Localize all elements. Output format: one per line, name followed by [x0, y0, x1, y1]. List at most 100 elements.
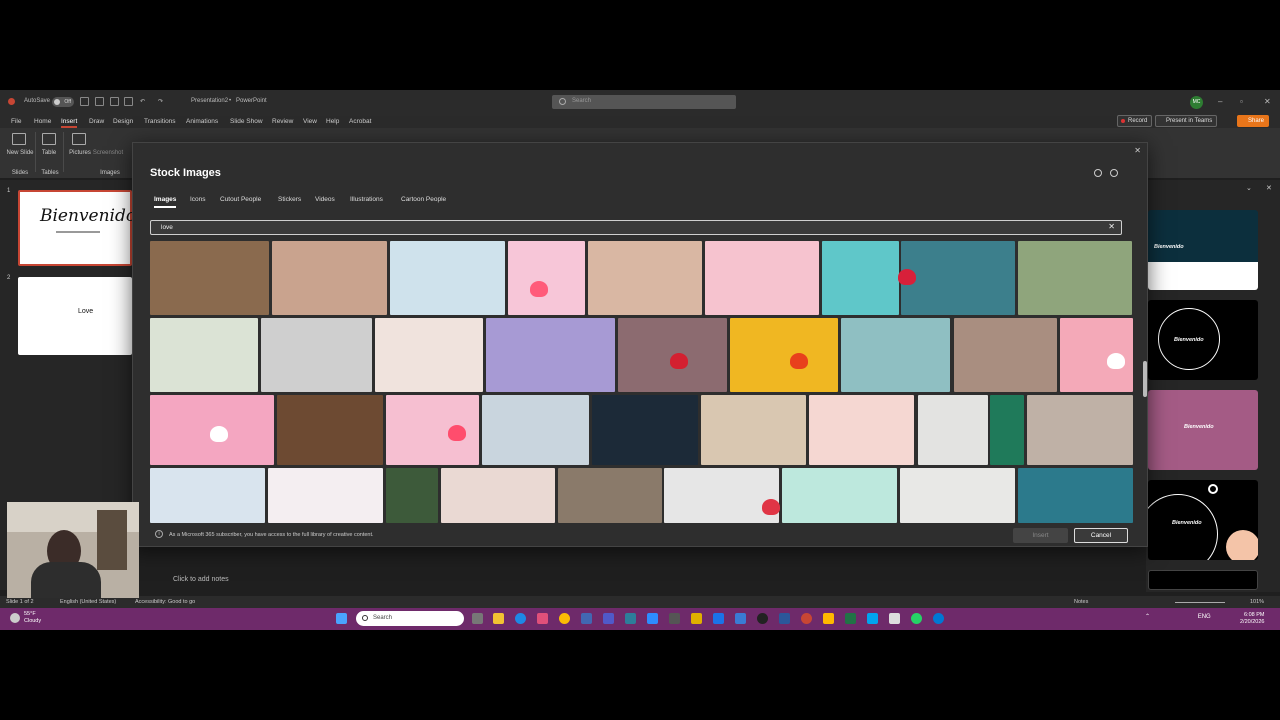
design-idea-2[interactable]: Bienvenido: [1148, 300, 1258, 380]
language-status[interactable]: English (United States): [60, 599, 116, 605]
stock-image-tile[interactable]: [150, 241, 269, 315]
stock-image-tile[interactable]: [900, 468, 1015, 523]
new-slide-button[interactable]: New Slide: [6, 150, 34, 156]
menu-insert[interactable]: Insert: [61, 118, 78, 128]
clock[interactable]: 6:08 PM 2/20/2026: [1240, 612, 1264, 626]
menu-design[interactable]: Design: [113, 118, 133, 125]
tab-illustrations[interactable]: Illustrations: [350, 196, 383, 203]
app-icon[interactable]: [823, 613, 834, 624]
design-idea-3[interactable]: Bienvenido: [1148, 390, 1258, 470]
share-button[interactable]: Share: [1237, 115, 1270, 127]
tab-cartoon-people[interactable]: Cartoon People: [401, 196, 446, 203]
stock-image-tile[interactable]: [782, 468, 897, 523]
stock-image-tile[interactable]: [482, 395, 589, 465]
stock-image-tile[interactable]: [1018, 241, 1132, 315]
copilot-icon[interactable]: [537, 613, 548, 624]
history-icon[interactable]: [95, 97, 104, 106]
menu-acrobat[interactable]: Acrobat: [349, 118, 371, 125]
star-icon[interactable]: [691, 613, 702, 624]
stock-image-tile[interactable]: [990, 395, 1024, 465]
stock-image-tile[interactable]: [841, 318, 950, 392]
maximize-icon[interactable]: ▫: [1240, 97, 1243, 106]
stock-image-tile[interactable]: [701, 395, 806, 465]
cancel-button[interactable]: Cancel: [1074, 528, 1128, 543]
results-scrollbar[interactable]: [1142, 241, 1148, 523]
record-button[interactable]: Record: [1117, 115, 1153, 127]
save-icon[interactable]: [80, 97, 89, 106]
menu-file[interactable]: File: [11, 118, 21, 125]
stock-image-tile[interactable]: [441, 468, 555, 523]
menu-help[interactable]: Help: [326, 118, 339, 125]
clear-search-icon[interactable]: ✕: [1108, 222, 1115, 231]
close-icon[interactable]: ✕: [1264, 97, 1271, 106]
stock-search-input[interactable]: love ✕: [150, 220, 1122, 235]
menu-slide-show[interactable]: Slide Show: [230, 118, 263, 125]
stock-image-tile[interactable]: [272, 241, 387, 315]
autosave-toggle[interactable]: Off: [52, 97, 74, 107]
stock-image-tile[interactable]: [558, 468, 662, 523]
menu-transitions[interactable]: Transitions: [144, 118, 176, 125]
system-tray[interactable]: ⌃ ENG: [1145, 613, 1211, 620]
avatar[interactable]: MC: [1190, 96, 1203, 109]
app-icon[interactable]: [889, 613, 900, 624]
word-icon[interactable]: [779, 613, 790, 624]
stock-image-tile[interactable]: [664, 468, 779, 523]
table-button[interactable]: Table: [38, 150, 60, 156]
stock-image-tile[interactable]: [954, 318, 1057, 392]
accessibility-status[interactable]: Accessibility: Good to go: [135, 599, 195, 605]
chevron-up-icon[interactable]: ⌃: [1145, 614, 1150, 620]
stock-image-tile[interactable]: [705, 241, 819, 315]
design-idea-1[interactable]: Bienvenido: [1148, 210, 1258, 290]
excel-icon[interactable]: [845, 613, 856, 624]
stock-image-tile[interactable]: [150, 468, 265, 523]
app-icon[interactable]: [581, 613, 592, 624]
tab-stickers[interactable]: Stickers: [278, 196, 301, 203]
tab-cutout-people[interactable]: Cutout People: [220, 196, 261, 203]
screenshot-button[interactable]: Screenshot: [92, 150, 124, 156]
stock-image-tile[interactable]: [822, 241, 899, 315]
design-idea-5[interactable]: [1148, 570, 1258, 590]
pictures-button[interactable]: Pictures: [66, 150, 94, 156]
teams-icon[interactable]: [603, 613, 614, 624]
smile-feedback-icon[interactable]: [1094, 169, 1102, 177]
language-indicator[interactable]: ENG: [1198, 614, 1211, 620]
zoom-level[interactable]: 101%: [1250, 599, 1264, 605]
menu-view[interactable]: View: [303, 118, 317, 125]
menu-review[interactable]: Review: [272, 118, 293, 125]
pen-icon[interactable]: [669, 613, 680, 624]
stock-image-tile[interactable]: [486, 318, 615, 392]
chrome-icon[interactable]: [559, 613, 570, 624]
task-view-icon[interactable]: [472, 613, 483, 624]
stock-image-tile[interactable]: [150, 318, 258, 392]
close-icon[interactable]: ✕: [1134, 146, 1141, 155]
design-idea-4[interactable]: Bienvenido: [1148, 480, 1258, 560]
notes-area[interactable]: Click to add notes: [168, 572, 1108, 586]
stock-image-tile[interactable]: [1018, 468, 1133, 523]
slide-thumbnail-2[interactable]: Love: [18, 277, 132, 355]
stock-image-tile[interactable]: [809, 395, 914, 465]
stock-image-tile[interactable]: [375, 318, 483, 392]
slide-thumbnail-1[interactable]: Bienvenido: [18, 190, 136, 266]
scrollbar-thumb[interactable]: [1143, 361, 1147, 397]
app-icon[interactable]: [933, 613, 944, 624]
whatsapp-icon[interactable]: [911, 613, 922, 624]
tab-images[interactable]: Images: [154, 196, 177, 208]
taskbar-search[interactable]: Search: [356, 611, 464, 626]
stock-image-tile[interactable]: [261, 318, 372, 392]
tab-icons[interactable]: Icons: [190, 196, 206, 203]
stock-image-tile[interactable]: [588, 241, 702, 315]
windows-start-icon[interactable]: [336, 613, 347, 624]
stock-image-tile[interactable]: [268, 468, 383, 523]
github-icon[interactable]: [757, 613, 768, 624]
menu-home[interactable]: Home: [34, 118, 51, 125]
frown-feedback-icon[interactable]: [1110, 169, 1118, 177]
app-icon[interactable]: [867, 613, 878, 624]
minimize-icon[interactable]: –: [1218, 97, 1222, 106]
present-in-teams-button[interactable]: Present in Teams: [1155, 115, 1218, 127]
menu-animations[interactable]: Animations: [186, 118, 218, 125]
notes-toggle[interactable]: Notes: [1074, 599, 1088, 605]
powerpoint-icon[interactable]: [801, 613, 812, 624]
stock-image-tile[interactable]: [730, 318, 838, 392]
stock-image-tile[interactable]: [592, 395, 698, 465]
chevron-down-icon[interactable]: ⌄: [1246, 184, 1252, 192]
